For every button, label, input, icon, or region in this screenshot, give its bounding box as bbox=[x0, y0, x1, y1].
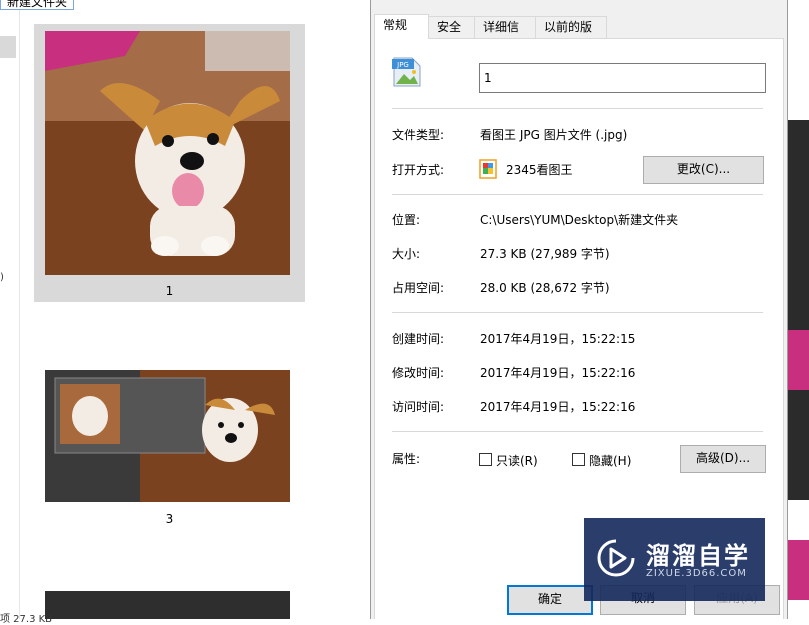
file-name-field[interactable] bbox=[479, 63, 766, 93]
change-button[interactable]: 更改(C)... bbox=[643, 156, 764, 184]
jpg-file-icon: JPG bbox=[392, 56, 422, 88]
separator bbox=[392, 312, 763, 313]
modified-label: 修改时间: bbox=[392, 366, 445, 380]
navigation-selected-item[interactable] bbox=[0, 36, 16, 58]
viewer-app-graphic bbox=[479, 159, 497, 179]
separator bbox=[392, 431, 763, 432]
screenshot-thumbnail bbox=[45, 370, 290, 502]
play-logo-graphic bbox=[597, 539, 635, 577]
separator bbox=[392, 194, 763, 195]
jpg-badge-text: JPG bbox=[396, 61, 409, 69]
tab-bar: 常规 安全 详细信息 以前的版本 bbox=[374, 14, 784, 54]
background-window-strip bbox=[788, 0, 809, 619]
advanced-button[interactable]: 高级(D)... bbox=[680, 445, 766, 473]
file-tile-3-label: 3 bbox=[165, 512, 174, 526]
thumbnail-image-3[interactable] bbox=[45, 370, 290, 502]
location-value: C:\Users\YUM\Desktop\新建文件夹 bbox=[480, 213, 679, 227]
ok-button[interactable]: 确定 bbox=[507, 585, 593, 615]
tab-details[interactable]: 详细信息 bbox=[474, 16, 536, 54]
created-value: 2017年4月19日，15:22:15 bbox=[480, 332, 636, 346]
opens-with-value: 2345看图王 bbox=[506, 163, 573, 177]
readonly-checkbox[interactable] bbox=[479, 453, 492, 466]
size-on-disk-value: 28.0 KB (28,672 字节) bbox=[480, 281, 610, 295]
file-tile-1-label: 1 bbox=[165, 284, 174, 298]
separator bbox=[392, 108, 763, 109]
hidden-label: 隐藏(H) bbox=[589, 454, 632, 468]
file-type-label: 文件类型: bbox=[392, 128, 445, 142]
file-type-value: 看图王 JPG 图片文件 (.jpg) bbox=[480, 128, 628, 142]
status-bar-fragment: 项 27.3 KB bbox=[0, 614, 53, 625]
viewer-app-icon bbox=[479, 159, 497, 179]
readonly-label: 只读(R) bbox=[496, 454, 538, 468]
thumbnail-image-1 bbox=[45, 31, 290, 275]
thumbnail-image-4[interactable] bbox=[45, 591, 290, 619]
tab-general[interactable]: 常规 bbox=[374, 14, 429, 39]
navigation-fragment: ) bbox=[0, 272, 4, 283]
play-logo-icon bbox=[596, 538, 636, 578]
jpg-file-graphic: JPG bbox=[392, 57, 421, 87]
corgi-puppy-image bbox=[45, 31, 290, 275]
opens-with-label: 打开方式: bbox=[392, 163, 445, 177]
attributes-label: 属性: bbox=[392, 452, 421, 466]
breadcrumb[interactable]: 新建文件夹 bbox=[0, 0, 75, 10]
accessed-label: 访问时间: bbox=[392, 400, 445, 414]
watermark-subtitle: ZIXUE.3D66.COM bbox=[646, 568, 747, 579]
modified-value: 2017年4月19日，15:22:16 bbox=[480, 366, 636, 380]
accessed-value: 2017年4月19日，15:22:16 bbox=[480, 400, 636, 414]
created-label: 创建时间: bbox=[392, 332, 445, 346]
tab-previous-versions[interactable]: 以前的版本 bbox=[535, 16, 607, 54]
size-label: 大小: bbox=[392, 247, 421, 261]
navigation-pane bbox=[0, 0, 20, 619]
hidden-checkbox[interactable] bbox=[572, 453, 585, 466]
tab-security[interactable]: 安全 bbox=[428, 16, 478, 38]
watermark-title: 溜溜自学 bbox=[646, 542, 750, 570]
size-on-disk-label: 占用空间: bbox=[392, 281, 445, 295]
size-value: 27.3 KB (27,989 字节) bbox=[480, 247, 610, 261]
location-label: 位置: bbox=[392, 213, 421, 227]
